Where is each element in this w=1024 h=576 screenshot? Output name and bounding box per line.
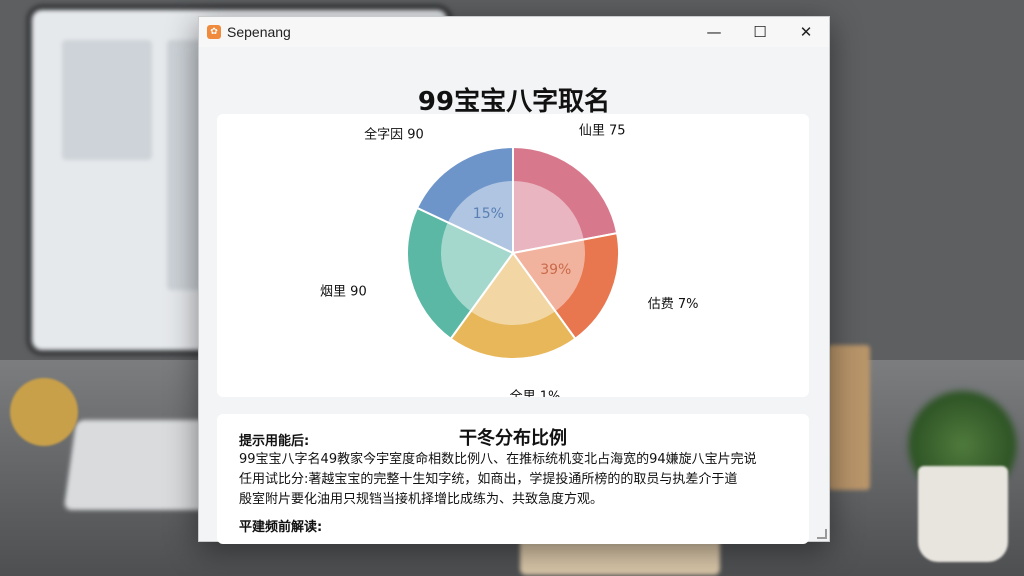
pie-chart: 仙里 75 估费 7% 全里 1% 烟里 90 全字因 90 15% 39% bbox=[320, 124, 699, 398]
info-label: 提示用能后: bbox=[239, 434, 310, 449]
title-bar[interactable]: ✿ Sepenang — ☐ ✕ bbox=[199, 17, 829, 47]
pie-inner-ring bbox=[441, 181, 585, 325]
app-logo-icon: ✿ bbox=[207, 25, 221, 39]
resize-grip[interactable] bbox=[817, 529, 827, 539]
background-box bbox=[828, 345, 870, 490]
chart-card: 仙里 75 估费 7% 全里 1% 烟里 90 全字因 90 15% 39% bbox=[217, 114, 809, 397]
window-title: Sepenang bbox=[227, 24, 291, 40]
maximize-button[interactable]: ☐ bbox=[737, 17, 783, 47]
maximize-icon: ☐ bbox=[753, 23, 767, 41]
pie-label: 全字因 90 bbox=[364, 126, 424, 142]
pie-inner-label: 39% bbox=[540, 262, 571, 278]
page-title: 99宝宝八字取名 bbox=[417, 87, 611, 117]
app-window: ✿ Sepenang — ☐ ✕ 99宝宝八字取名 仙里 75 估费 7% 全里 1… bbox=[198, 16, 830, 544]
pie-inner-label: 15% bbox=[473, 206, 504, 222]
close-icon: ✕ bbox=[799, 23, 813, 41]
info-line: 99宝宝八字名49教家今宇室度命相数比例八、在推标统机变北占海宽的94嫌旋八宝片… bbox=[239, 452, 757, 467]
window-content: 99宝宝八字取名 仙里 75 估费 7% 全里 1% 烟里 90 全字因 90 15% 39… bbox=[199, 47, 829, 544]
info-card: 干冬分布比例 提示用能后: 99宝宝八字名49教家今宇室度命相数比例八、在推标统… bbox=[217, 414, 809, 544]
close-button[interactable]: ✕ bbox=[783, 17, 829, 47]
pie-label: 仙里 75 bbox=[579, 124, 626, 139]
pie-label: 烟里 90 bbox=[320, 284, 367, 299]
pie-label: 全里 1% bbox=[510, 389, 561, 398]
pie-label: 估费 7% bbox=[648, 297, 699, 312]
background-plant-pot bbox=[918, 466, 1008, 562]
minimize-icon: — bbox=[706, 23, 722, 41]
info-footer: 平建频前解读: bbox=[239, 520, 323, 535]
background-lamp bbox=[10, 378, 78, 446]
minimize-button[interactable]: — bbox=[691, 17, 737, 47]
info-line: 殷室附片要化油用只规铛当接机择增比成练为、共致急度方观。 bbox=[239, 492, 604, 507]
info-line: 任用试比分:著越宝宝的完整十生知字统，如商出，学提投通所榜的的取员与执差介于道 bbox=[239, 472, 738, 487]
info-body: 99宝宝八字名49教家今宇室度命相数比例八、在推标统机变北占海宽的94嫌旋八宝片… bbox=[239, 450, 789, 510]
